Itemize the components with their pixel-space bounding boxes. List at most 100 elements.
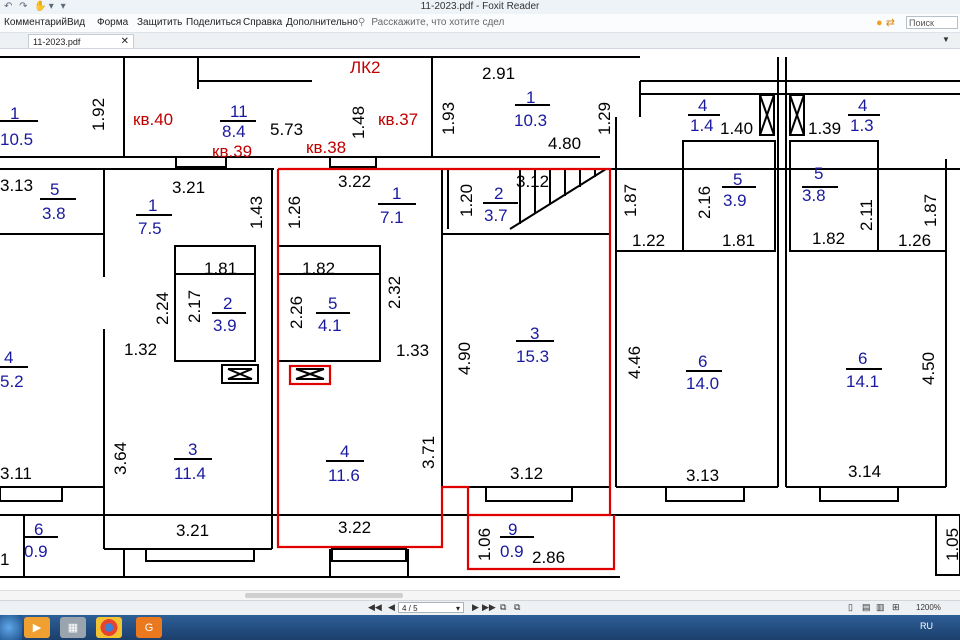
foxit-reader-icon[interactable]: G [136,617,162,638]
next-page-button[interactable]: ▶ [472,602,479,613]
dimension: 2.16 [695,186,714,219]
dimension: 3.11 [0,464,32,483]
room-area: 4.1 [318,316,342,335]
menu-form[interactable]: Форма [97,17,128,28]
dimension: 1.06 [475,528,494,561]
room-number: 3 [188,440,197,459]
dimension: 1.33 [396,341,429,360]
dimension: 3.14 [848,462,881,481]
close-tab-icon[interactable]: ✕ [121,35,129,49]
room-number: 11 [230,102,248,121]
room-number: 3 [530,324,539,343]
room-area: 1.3 [850,116,874,135]
menu-comment[interactable]: Комментарий [4,17,67,28]
room-area: 8.4 [222,122,246,141]
room-number: 4 [340,442,349,461]
dimension: 2.32 [385,276,404,309]
continuous-view-icon[interactable]: ▤ [862,602,871,613]
media-player-icon[interactable]: ▶ [24,617,50,638]
calculator-icon[interactable]: ▦ [60,617,86,638]
dimension: 1.82 [302,259,335,278]
tab-label: 11-2023.pdf [33,37,81,47]
room-number: 1 [10,104,19,123]
apartment-38-label: кв.38 [306,138,346,157]
dimension: 1.26 [898,231,931,250]
menu-bar: Комментарий Вид Форма Защитить Поделитьс… [0,14,960,33]
room-area: 3.8 [42,204,66,223]
dimension: 3.22 [338,172,371,191]
room-area: 14.1 [846,372,879,391]
room-number: 1 [526,88,535,107]
title-bar: ↶ ↷ ✋▾ ▾ 11-2023.pdf - Foxit Reader [0,0,960,15]
dimension: 1.82 [812,229,845,248]
prev-page-button[interactable]: ◀ [388,602,395,613]
single-page-view-icon[interactable]: ▯ [848,602,853,613]
room-area: 1.4 [690,116,714,135]
dimension: 1.39 [808,119,841,138]
room-area: 7.1 [380,208,404,227]
page-layout-icon[interactable]: ⧉ [514,602,520,613]
find-icon[interactable]: ⇄ [886,17,895,29]
tab-document[interactable]: 11-2023.pdf ✕ [28,34,134,48]
dimension: 3.71 [419,436,438,469]
dimension: 1.32 [124,340,157,359]
dimension: 1.87 [921,194,940,227]
first-page-button[interactable]: ◀◀ [368,602,382,613]
start-button[interactable] [0,615,22,640]
menu-right-icons: ● ⇄ [876,16,895,29]
dimension: 3.12 [510,464,543,483]
highlighted-apartment-outline [276,167,616,571]
dimension: 1.26 [285,196,304,229]
language-indicator[interactable]: RU [920,621,933,631]
tab-list-dropdown-icon[interactable]: ▼ [942,35,950,44]
page-copy-icon[interactable]: ⧉ [500,602,506,613]
document-tab-bar: 11-2023.pdf ✕ ▼ [0,33,960,49]
scrollbar-thumb[interactable] [245,593,403,598]
room-number: 4 [698,96,707,115]
room-area: 11.4 [174,464,206,483]
room-number: 5 [50,180,59,199]
lk2-label: ЛК2 [350,58,381,77]
room-area: 0.9 [500,542,524,561]
lightbulb-icon: ⚲ [358,17,366,28]
search-input[interactable]: Поиск [906,16,958,29]
tell-me-box[interactable]: ⚲ Расскажите, что хотите сдел [358,17,504,28]
skin-icon[interactable]: ● [876,17,883,29]
menu-extra[interactable]: Дополнительно [286,17,358,28]
menu-view[interactable]: Вид [67,17,85,28]
document-view[interactable]: ЛК2 кв.40 кв.39 кв.38 кв.37 2.91 1.92 5.… [0,49,960,590]
room-area: 5.2 [0,372,24,391]
apartment-40-label: кв.40 [133,110,173,129]
room-number: 9 [508,520,517,539]
dimension: 1.93 [439,102,458,135]
menu-protect[interactable]: Защитить [137,17,182,28]
dimension: 2.86 [532,548,565,567]
dimension: 3.13 [686,466,719,485]
dimension: 2.11 [857,199,876,231]
room-area: 15.3 [516,347,549,366]
dimension: 1.29 [595,102,614,135]
room-number: 6 [698,352,707,371]
zoom-level[interactable]: 1200% [916,603,941,612]
page-number-input[interactable]: 4 / 5 ▾ [398,602,464,613]
chrome-icon[interactable] [96,617,122,638]
dimension: 3.21 [172,178,205,197]
room-area: 11.6 [328,466,360,485]
facing-view-icon[interactable]: ▥ [876,602,885,613]
last-page-button[interactable]: ▶▶ [482,602,496,613]
room-area: 3.9 [213,316,237,335]
menu-help[interactable]: Справка [243,17,282,28]
page-dropdown-icon[interactable]: ▾ [456,603,460,614]
dimension: 1.87 [621,184,640,217]
dimension: 1.81 [722,231,755,250]
status-bar: ◀◀ ◀ 4 / 5 ▾ ▶ ▶▶ ⧉ ⧉ ▯ ▤ ▥ ⊞ 1200% [0,600,960,615]
fit-view-icon[interactable]: ⊞ [892,602,900,613]
dimension: 2.91 [482,64,515,83]
dimension: 1.81 [204,259,237,278]
menu-share[interactable]: Поделиться [186,17,241,28]
dimension: 4.80 [548,134,581,153]
dimension: 4.90 [455,342,474,375]
room-area: 14.0 [686,374,719,393]
dimension: 1.40 [720,119,753,138]
dimension: 2.17 [185,290,204,323]
